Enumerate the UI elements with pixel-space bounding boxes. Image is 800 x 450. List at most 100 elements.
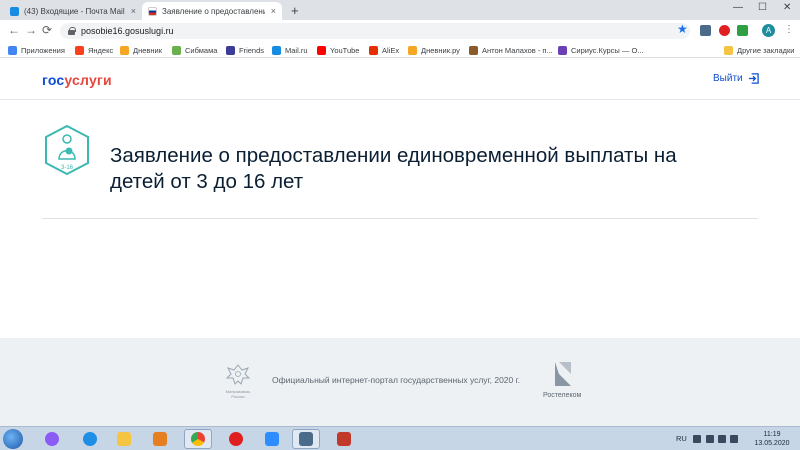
system-clock[interactable]: 11:19 13.05.2020 — [752, 430, 792, 448]
close-tab-icon[interactable]: × — [131, 6, 136, 16]
bookmark-dnevnik[interactable]: Дневник — [120, 43, 162, 57]
bookmark-star-icon[interactable]: ★ — [677, 22, 688, 36]
bookmark-mailru[interactable]: Mail.ru — [272, 43, 308, 57]
logo-part-gos: гос — [42, 72, 65, 88]
yandex-icon — [75, 45, 84, 55]
russia-flag-favicon-icon — [148, 6, 157, 16]
bookmark-friends[interactable]: Friends — [226, 43, 264, 57]
minimize-button[interactable]: — — [733, 2, 743, 13]
reload-button[interactable]: ⟳ — [42, 23, 52, 37]
url-text: posobie16.gosuslugi.ru — [81, 26, 174, 36]
taskbar-media[interactable] — [146, 429, 174, 449]
browser-menu-icon[interactable]: ⋮ — [784, 24, 794, 35]
bookmark-label: Дневник — [133, 45, 162, 55]
internet-explorer-icon — [83, 432, 97, 446]
logo-part-uslugi: услуги — [64, 72, 112, 88]
folder-icon — [724, 45, 733, 55]
check-extension-icon[interactable] — [737, 25, 748, 36]
bookmark-yandex[interactable]: Яндекс — [75, 43, 113, 57]
taskbar-opera[interactable] — [222, 429, 250, 449]
game-icon — [337, 432, 351, 446]
bookmark-aliexpress[interactable]: AliEx — [369, 43, 399, 57]
close-window-button[interactable]: ✕ — [783, 2, 791, 13]
volume-icon[interactable] — [730, 435, 738, 443]
folder-icon — [117, 432, 131, 446]
tray-arrow-icon[interactable] — [693, 435, 701, 443]
bookmark-sibmama[interactable]: Сибмама — [172, 43, 217, 57]
tray-app-icon[interactable] — [706, 435, 714, 443]
bookmark-youtube[interactable]: YouTube — [317, 43, 359, 57]
child-benefit-icon: 3-16 — [45, 124, 89, 176]
maximize-button[interactable]: ☐ — [758, 2, 767, 13]
bookmark-label: AliEx — [382, 45, 400, 55]
ministry-label: Минкомсвязь России — [225, 389, 251, 399]
zoom-icon — [265, 432, 279, 446]
taskbar-alice[interactable] — [38, 429, 66, 449]
service-badge-text: 3-16 — [61, 165, 74, 171]
bookmark-thumbnail-icon — [469, 45, 478, 55]
language-indicator[interactable]: RU — [676, 434, 687, 443]
taskbar-window[interactable] — [292, 429, 320, 449]
taskbar-ie[interactable] — [76, 429, 104, 449]
chrome-icon — [191, 432, 205, 446]
media-player-icon — [153, 432, 167, 446]
window-icon — [299, 432, 313, 446]
logout-icon — [748, 73, 759, 84]
taskbar-explorer[interactable] — [110, 429, 138, 449]
sibmama-icon — [172, 45, 181, 55]
bookmark-label: Приложения — [21, 45, 65, 55]
logout-button[interactable]: Выйти — [713, 73, 759, 84]
bookmarks-bar: Приложения Яндекс Дневник Сибмама Friend… — [0, 42, 800, 58]
aliexpress-icon — [369, 45, 378, 55]
url-field[interactable]: posobie16.gosuslugi.ru — [60, 23, 690, 39]
network-icon[interactable] — [718, 435, 726, 443]
tab-mail[interactable]: (43) Входящие - Почта Mail.ru × — [4, 2, 142, 20]
apps-grid-icon — [8, 45, 17, 55]
bookmark-label: Mail.ru — [285, 45, 308, 55]
close-tab-icon[interactable]: × — [271, 6, 276, 16]
back-button[interactable]: ← — [8, 23, 20, 37]
tab-title: (43) Входящие - Почта Mail.ru — [24, 6, 125, 16]
page-title: Заявление о предоставлении единовременно… — [110, 144, 677, 193]
rostelecom-label: Ростелеком — [543, 392, 582, 399]
bookmark-apps[interactable]: Приложения — [8, 43, 65, 57]
clock-date: 13.05.2020 — [754, 440, 790, 447]
bookmark-label: Дневник.ру — [421, 45, 460, 55]
lock-icon — [68, 27, 76, 35]
clock-time: 11:19 — [763, 431, 781, 438]
extension-icon[interactable] — [700, 25, 711, 36]
gosuslugi-logo[interactable]: госуслуги — [42, 72, 112, 88]
other-bookmarks[interactable]: Другие закладки — [724, 43, 794, 57]
person-icon — [226, 45, 235, 55]
tab-strip: (43) Входящие - Почта Mail.ru × Заявлени… — [0, 0, 800, 20]
bookmark-label: Сириус.Курсы — О... — [571, 45, 644, 55]
bookmark-sirius[interactable]: Сириус.Курсы — О... — [558, 43, 644, 57]
start-button[interactable] — [3, 429, 23, 449]
taskbar-game[interactable] — [330, 429, 358, 449]
bookmark-dnevnik-ru[interactable]: Дневник.ру — [408, 43, 460, 57]
opera-icon — [229, 432, 243, 446]
bookmark-label: YouTube — [330, 45, 360, 55]
logout-label: Выйти — [713, 73, 743, 84]
opera-extension-icon[interactable] — [719, 25, 730, 36]
forward-button[interactable]: → — [25, 23, 37, 37]
taskbar-zoom[interactable] — [258, 429, 286, 449]
bookmark-label: Сибмама — [185, 45, 218, 55]
rostelecom-logo-icon — [555, 362, 571, 386]
youtube-icon — [317, 45, 326, 55]
dnevnik-icon — [120, 45, 129, 55]
tab-gosuslugi[interactable]: Заявление о предоставлении е × — [142, 2, 282, 20]
sirius-icon — [558, 45, 567, 55]
tab-title: Заявление о предоставлении е — [162, 6, 265, 16]
bookmark-label: Другие закладки — [737, 45, 795, 55]
profile-avatar[interactable]: А — [762, 24, 775, 37]
bookmark-label: Friends — [239, 45, 265, 55]
taskbar-chrome[interactable] — [184, 429, 212, 449]
new-tab-button[interactable]: + — [291, 3, 299, 18]
dnevnik-ru-icon — [408, 45, 417, 55]
bookmark-malakhov[interactable]: Антон Малахов - п... — [469, 43, 553, 57]
mail-favicon-icon — [10, 6, 19, 16]
alice-icon — [45, 432, 59, 446]
divider — [42, 218, 758, 219]
mail-icon — [272, 45, 281, 55]
